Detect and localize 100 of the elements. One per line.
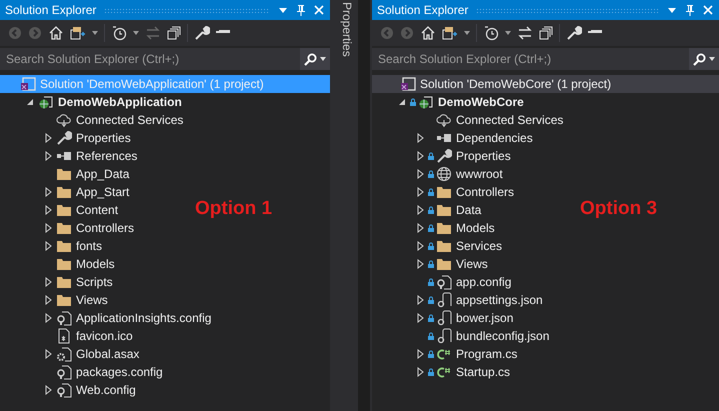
expand-icon[interactable] [416, 133, 424, 143]
tree-item[interactable]: Global.asax [0, 345, 144, 363]
search-icon[interactable] [693, 52, 706, 66]
tree-item[interactable]: Models [372, 219, 499, 237]
folder-icon [56, 166, 72, 182]
folder-icon [56, 256, 72, 272]
tree-item[interactable]: favicon.ico [0, 327, 137, 345]
clock-icon[interactable] [483, 25, 499, 41]
minus-icon[interactable] [216, 30, 230, 36]
tree-item[interactable]: Properties [372, 147, 515, 165]
collapse-arrow-icon[interactable] [26, 98, 34, 106]
tree-item[interactable]: App_Start [0, 183, 134, 201]
tree-item[interactable]: bower.json [372, 309, 518, 327]
expand-icon[interactable] [416, 367, 424, 377]
search-button[interactable] [689, 48, 719, 70]
expand-icon[interactable] [416, 259, 424, 269]
expand-icon[interactable] [416, 205, 424, 215]
close-icon[interactable] [703, 5, 713, 15]
tree-item[interactable]: Models [0, 255, 119, 273]
tree-item[interactable]: Content [0, 201, 122, 219]
search-button[interactable] [300, 48, 330, 70]
tree-item[interactable]: Startup.cs [372, 363, 514, 381]
image-file-icon [56, 328, 72, 344]
expand-icon[interactable] [44, 241, 52, 251]
tree-item[interactable]: Controllers [0, 219, 138, 237]
caret-icon[interactable] [709, 57, 715, 61]
tree-item[interactable]: App_Data [0, 165, 134, 183]
collapse-arrow-icon[interactable] [398, 98, 406, 106]
tree-item[interactable]: Dependencies [372, 129, 537, 147]
minus-icon[interactable] [588, 30, 602, 36]
tree-item[interactable]: DemoWebApplication [0, 93, 186, 111]
config-file-icon [56, 310, 72, 326]
tree-item[interactable]: Views [0, 291, 112, 309]
expand-icon[interactable] [44, 313, 52, 323]
expand-icon[interactable] [416, 313, 424, 323]
tree-item[interactable]: packages.config [0, 363, 167, 381]
tree-item[interactable]: Data [372, 201, 486, 219]
folder-icon [56, 292, 72, 308]
caret-icon[interactable] [320, 57, 326, 61]
collapse-icon[interactable] [167, 26, 181, 40]
tree-item[interactable]: wwwroot [372, 165, 507, 183]
caret-icon[interactable] [133, 31, 139, 35]
tree-item[interactable]: app.config [372, 273, 516, 291]
tree-item[interactable]: Controllers [372, 183, 518, 201]
close-icon[interactable] [314, 5, 324, 15]
expand-icon[interactable] [44, 295, 52, 305]
expand-icon[interactable] [44, 151, 52, 161]
wrench-icon[interactable] [566, 25, 582, 41]
tree-item[interactable]: ApplicationInsights.config [0, 309, 216, 327]
search-icon[interactable] [304, 52, 317, 66]
tree-item[interactable]: Connected Services [0, 111, 188, 129]
expand-icon[interactable] [416, 187, 424, 197]
expand-icon[interactable] [416, 151, 424, 161]
home-icon[interactable] [420, 25, 436, 41]
dropdown-icon[interactable] [278, 5, 288, 15]
expand-icon[interactable] [44, 133, 52, 143]
expand-icon[interactable] [416, 349, 424, 359]
caret-icon[interactable] [92, 31, 98, 35]
pin-icon[interactable] [296, 4, 306, 16]
tree-item[interactable]: Services [372, 237, 506, 255]
dropdown-icon[interactable] [667, 5, 677, 15]
config-file-icon [56, 382, 72, 398]
search-field[interactable]: Search Solution Explorer (Ctrl+;) [372, 48, 689, 70]
tree-item[interactable]: appsettings.json [372, 291, 547, 309]
expand-icon[interactable] [416, 223, 424, 233]
tree-item[interactable]: Program.cs [372, 345, 522, 363]
collapse-icon[interactable] [539, 26, 553, 40]
globe-project-icon [418, 94, 434, 110]
expand-icon[interactable] [44, 349, 52, 359]
tree-item[interactable]: Connected Services [372, 111, 568, 129]
globe-project-icon [38, 94, 54, 110]
tree-item[interactable]: Views [372, 255, 492, 273]
tree-item[interactable]: fonts [0, 237, 106, 255]
tree-item[interactable]: Scripts [0, 273, 117, 291]
tree-item[interactable]: bundleconfig.json [372, 327, 554, 345]
home-icon[interactable] [48, 25, 64, 41]
expand-icon[interactable] [44, 205, 52, 215]
caret-icon[interactable] [505, 31, 511, 35]
tree-item[interactable]: References [0, 147, 142, 165]
pin-icon[interactable] [685, 4, 695, 16]
config-file-icon [56, 364, 72, 380]
expand-icon[interactable] [44, 187, 52, 197]
switch-views-icon[interactable] [70, 25, 86, 41]
caret-icon[interactable] [464, 31, 470, 35]
switch-views-icon[interactable] [442, 25, 458, 41]
tree-item[interactable]: DemoWebCore [372, 93, 528, 111]
search-field[interactable]: Search Solution Explorer (Ctrl+;) [0, 48, 300, 70]
tree-item[interactable]: Properties [0, 129, 135, 147]
expand-icon[interactable] [44, 385, 52, 395]
expand-icon[interactable] [44, 277, 52, 287]
wrench-icon[interactable] [194, 25, 210, 41]
expand-icon[interactable] [416, 169, 424, 179]
expand-icon[interactable] [44, 223, 52, 233]
cloud-icon [436, 112, 452, 128]
clock-icon[interactable] [111, 25, 127, 41]
properties-tab[interactable]: Properties [336, 0, 354, 411]
expand-icon[interactable] [416, 241, 424, 251]
option-caption: Option 3 [580, 198, 658, 220]
expand-icon[interactable] [416, 295, 424, 305]
tree-item[interactable]: Web.config [0, 381, 140, 399]
